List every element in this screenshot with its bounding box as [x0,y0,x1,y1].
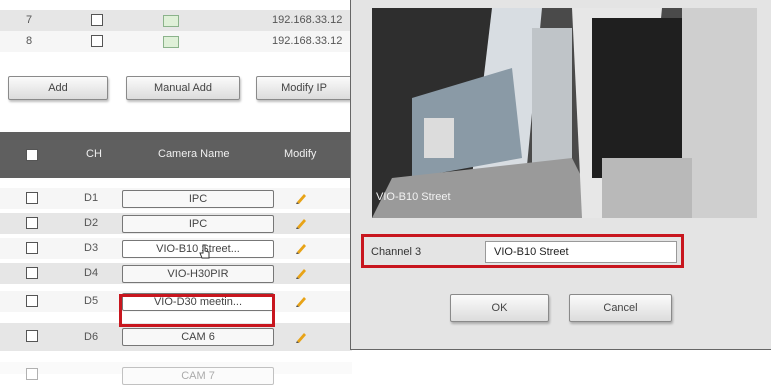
table-row: D4 VIO-H30PIR [0,263,352,284]
ok-button[interactable]: OK [450,294,549,322]
camera-name-field[interactable]: VIO-H30PIR [122,265,274,283]
pencil-icon[interactable] [294,330,308,344]
camera-name-field[interactable]: CAM 7 [122,367,274,385]
table-row: D2 IPC [0,213,352,234]
select-all-checkbox[interactable] [26,149,38,161]
ip-address: 192.168.33.12 [272,35,343,47]
row-checkbox[interactable] [26,267,38,279]
camera-image [372,8,757,218]
row-checkbox[interactable] [26,242,38,254]
video-preview: VIO-B10 Street [372,8,757,218]
row-checkbox[interactable] [26,192,38,204]
hand-cursor-icon [199,244,210,259]
table-header: CH Camera Name Modify [0,132,352,178]
highlight-box [361,234,684,268]
status-icon [163,36,179,48]
ip-address: 192.168.33.12 [272,14,343,26]
modify-ip-button[interactable]: Modify IP [256,76,352,100]
table-row: D1 IPC [0,188,352,209]
channel-cell: D3 [84,242,99,254]
row-checkbox[interactable] [26,368,38,380]
row-checkbox[interactable] [91,14,103,26]
table-row: CAM 7 [0,362,352,385]
table-row: D3 VIO-B10 Street... [0,238,352,259]
channel-cell: D5 [84,295,99,307]
pencil-icon[interactable] [294,241,308,255]
channel-cell: D1 [84,192,99,204]
row-checkbox[interactable] [26,295,38,307]
pencil-icon[interactable] [294,216,308,230]
pencil-icon[interactable] [294,266,308,280]
channel-cell: D6 [84,331,99,343]
channel-cell: D4 [84,267,99,279]
highlight-box [119,294,275,327]
rename-dialog: VIO-B10 Street Channel 3 VIO-B10 Street … [350,0,771,350]
status-icon [163,15,179,27]
device-row: 8 192.168.33.12 [0,31,352,52]
manual-add-button[interactable]: Manual Add [126,76,240,100]
pencil-icon[interactable] [294,191,308,205]
add-button[interactable]: Add [8,76,108,100]
video-overlay-text: VIO-B10 Street [376,191,451,203]
row-checkbox[interactable] [91,35,103,47]
device-row: 7 192.168.33.12 [0,10,352,31]
camera-name-field[interactable]: IPC [122,215,274,233]
row-number: 7 [26,14,33,26]
header-modify: Modify [284,148,317,160]
row-checkbox[interactable] [26,330,38,342]
channel-cell: D2 [84,217,99,229]
row-checkbox[interactable] [26,217,38,229]
header-ch: CH [86,148,102,160]
camera-name-field[interactable]: VIO-B10 Street... [122,240,274,258]
table-row: D6 CAM 6 [0,323,352,351]
camera-name-field[interactable]: CAM 6 [122,328,274,346]
cancel-button[interactable]: Cancel [569,294,672,322]
pencil-icon[interactable] [294,294,308,308]
camera-name-field[interactable]: IPC [122,190,274,208]
header-camera-name: Camera Name [158,148,230,160]
row-number: 8 [26,35,33,47]
